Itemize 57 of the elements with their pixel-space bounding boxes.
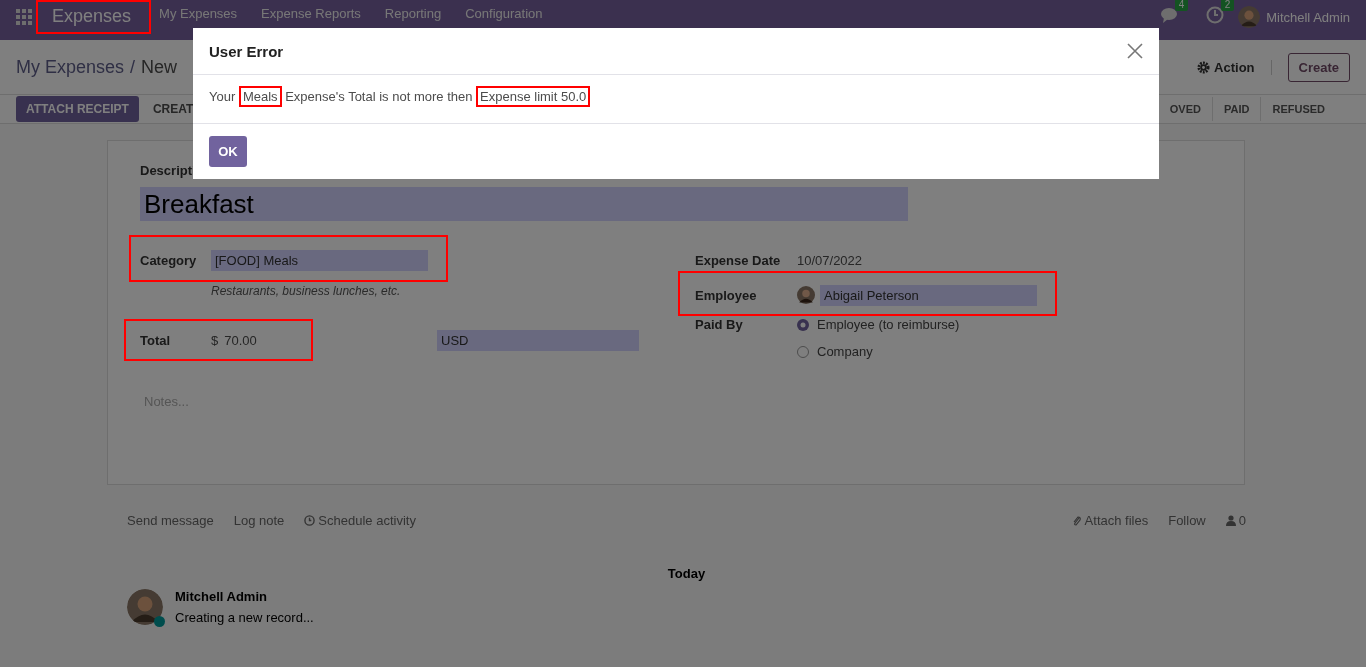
- breadcrumb-current: New: [141, 56, 178, 78]
- currency-symbol: $: [211, 332, 219, 348]
- radio-label: Employee (to reimburse): [817, 317, 960, 332]
- breadcrumb-link[interactable]: My Expenses: [16, 56, 125, 78]
- message-body: Creating a new record...: [175, 610, 314, 625]
- follow-link[interactable]: Follow: [1168, 513, 1206, 528]
- chat-icon[interactable]: [1160, 6, 1179, 24]
- ok-button[interactable]: OK: [209, 136, 247, 167]
- gear-icon: [1197, 60, 1211, 74]
- follower-count[interactable]: 0: [1238, 513, 1246, 528]
- message-count: 4: [1174, 0, 1189, 11]
- help-text: Restaurants, business lunches, etc.: [211, 284, 402, 298]
- close-icon[interactable]: [1127, 43, 1143, 59]
- error-message: Your Meals Expense's Total is not more then Expense limit 50.0: [209, 86, 591, 107]
- attach-files-link[interactable]: Attach files: [1084, 513, 1149, 528]
- breadcrumb-separator: /: [130, 56, 136, 78]
- online-status-icon: [154, 616, 165, 627]
- field-label: Employee: [695, 287, 758, 303]
- employee-avatar: [797, 286, 815, 304]
- header-button[interactable]: ATTACH RECEIPT: [16, 96, 139, 122]
- apps-menu-icon[interactable]: [16, 9, 32, 25]
- header-button[interactable]: CREAT: [142, 96, 204, 122]
- app-name[interactable]: Expenses: [44, 6, 140, 27]
- menu-item[interactable]: My Expenses: [159, 6, 238, 21]
- field-label: Expense Date: [695, 252, 782, 268]
- user-avatar[interactable]: [1238, 6, 1261, 28]
- message-author[interactable]: Mitchell Admin: [175, 589, 314, 604]
- currency-field[interactable]: USD: [437, 329, 639, 351]
- clock-icon: [304, 515, 316, 526]
- date-field[interactable]: 10/07/2022: [797, 252, 863, 268]
- field-label: Paid By: [695, 317, 744, 332]
- radio-button[interactable]: [797, 318, 809, 331]
- field-label: Category: [140, 252, 198, 268]
- log-note-link[interactable]: Log note: [233, 513, 285, 528]
- total-field[interactable]: 70.00: [224, 332, 257, 348]
- user-name[interactable]: Mitchell Admin: [1266, 9, 1350, 25]
- send-message-link[interactable]: Send message: [127, 513, 214, 528]
- clock-icon[interactable]: [1206, 6, 1225, 24]
- employee-field[interactable]: Abigail Peterson: [820, 284, 1037, 306]
- dialog-title: User Error: [209, 42, 284, 60]
- paperclip-icon: [1071, 514, 1082, 527]
- description-field[interactable]: Breakfast: [140, 187, 908, 221]
- field-label: Descripti: [140, 163, 194, 178]
- radio-label: Company: [817, 344, 873, 359]
- create-button[interactable]: Create: [1287, 52, 1350, 82]
- date-separator: Today: [666, 566, 707, 581]
- schedule-activity-link[interactable]: Schedule activity: [318, 513, 416, 528]
- field-label: Total: [140, 332, 172, 348]
- menu-item[interactable]: Configuration: [465, 6, 543, 21]
- menu-item[interactable]: Reporting: [384, 6, 442, 21]
- activity-count: 2: [1220, 0, 1235, 11]
- category-field[interactable]: [FOOD] Meals: [211, 249, 428, 271]
- person-icon: [1225, 515, 1236, 526]
- action-menu[interactable]: Action: [1214, 59, 1255, 75]
- radio-button[interactable]: [797, 345, 809, 358]
- menu-item[interactable]: Expense Reports: [261, 6, 361, 21]
- author-avatar: [127, 589, 163, 625]
